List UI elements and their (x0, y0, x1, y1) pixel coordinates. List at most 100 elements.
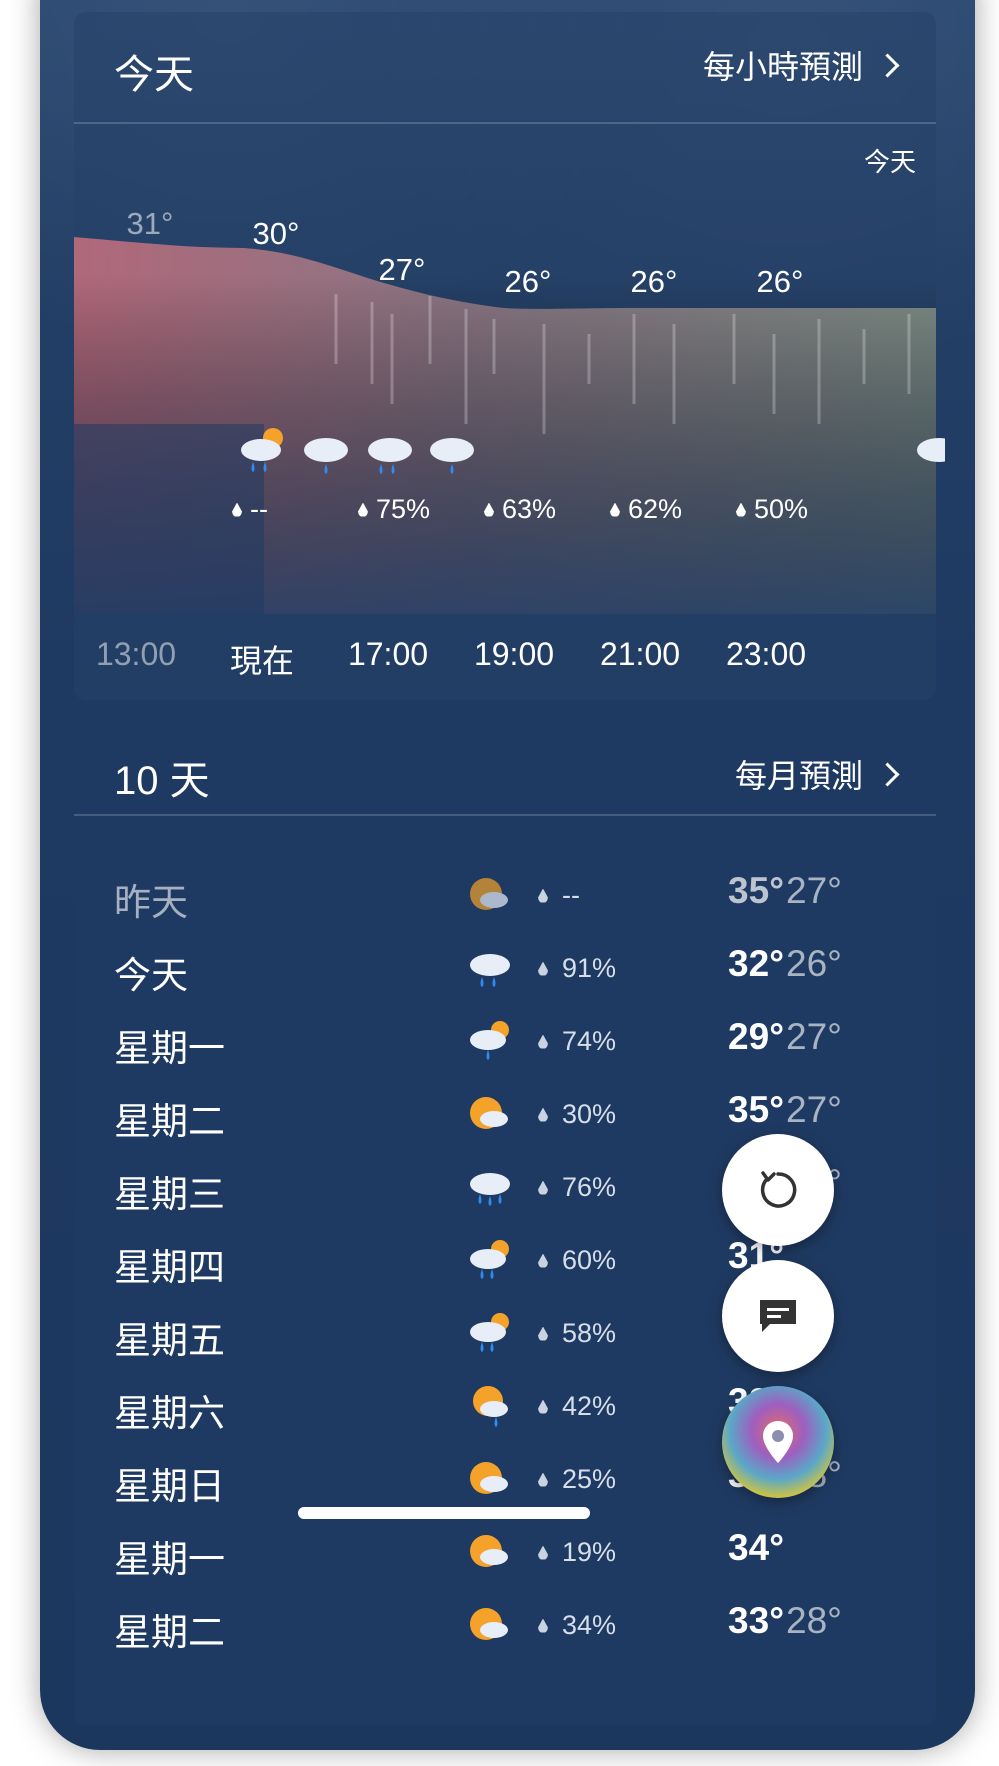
drop-icon (538, 1618, 548, 1633)
day-low-temp: 28° (786, 1600, 842, 1641)
day-precip: 25% (538, 1464, 616, 1495)
hourly-temp: 26° (504, 264, 552, 299)
day-row[interactable]: 星期一 19% 34° (74, 1511, 936, 1595)
drop-icon (609, 502, 620, 517)
monthly-forecast-link-label: 每月預測 (734, 758, 863, 794)
day-precip: 91% (538, 953, 616, 984)
day-row[interactable]: 星期一 74% 29° 27° (74, 1000, 936, 1084)
day-precip: 76% (538, 1172, 616, 1203)
drop-icon (735, 502, 746, 517)
day-row[interactable]: 昨天 -- 35° 27° (74, 854, 936, 938)
hourly-precip: 75% (357, 494, 430, 525)
rain-cloud-icon (304, 438, 348, 474)
sun-cloud-icon (470, 1535, 508, 1567)
day-high-temp: 34° (728, 1527, 784, 1568)
drop-icon (538, 1034, 548, 1049)
drop-icon (538, 1107, 548, 1122)
drop-icon (538, 1180, 548, 1195)
hourly-temperature-chart[interactable]: 今天 31° 30° 27° 26° 26° 26° -- 75% 63% 62… (74, 124, 945, 614)
home-indicator[interactable] (298, 1507, 590, 1519)
hour-label: 現在 (229, 643, 295, 679)
day-precip: 34% (538, 1610, 616, 1641)
day-high-temp: 35° (728, 870, 784, 911)
hour-label: 17:00 (347, 636, 429, 672)
phone-screen: 今天 每小時預測 今天 31° 30° 27° 26° 26° 26° -- 7… (40, 0, 975, 1750)
monthly-forecast-link[interactable]: 每月預測 (734, 751, 900, 797)
day-precip: 19% (538, 1537, 616, 1568)
sun-rain-icon (470, 1240, 509, 1279)
refresh-icon (760, 1171, 797, 1208)
hour-label: 19:00 (473, 636, 555, 672)
rain-cloud-icon (430, 438, 474, 474)
hourly-precip: 50% (735, 494, 808, 525)
day-precip: 60% (538, 1245, 616, 1276)
day-precip: -- (538, 880, 580, 911)
sun-cloud-icon (470, 1097, 508, 1129)
day-name: 星期一 (114, 1028, 225, 1069)
sun-cloud-icon (470, 1608, 508, 1640)
rain-cloud-icon (917, 438, 945, 462)
drop-icon (232, 502, 243, 517)
ten-day-card-header: 10 天 每月預測 (74, 726, 936, 816)
hourly-precip: -- (232, 494, 268, 525)
refresh-button[interactable] (722, 1134, 834, 1246)
day-row[interactable]: 星期二 34% 33° 28° (74, 1584, 936, 1668)
day-precip: 42% (538, 1391, 616, 1422)
drop-icon (538, 1399, 548, 1414)
day-name: 星期二 (114, 1101, 225, 1142)
day-name: 星期一 (114, 1539, 225, 1580)
drop-icon (538, 1472, 548, 1487)
rain-cloud-icon (470, 954, 510, 987)
day-name: 星期六 (114, 1393, 225, 1434)
hourly-title: 今天 (114, 53, 194, 97)
hourly-forecast-card: 今天 每小時預測 今天 31° 30° 27° 26° 26° 26° -- 7… (74, 12, 945, 700)
hourly-temp: 27° (378, 252, 426, 287)
day-high-temp: 32° (728, 943, 784, 984)
day-row[interactable]: 今天 91% 32° 26° (74, 927, 936, 1011)
hourly-time-axis: 13:00 現在 17:00 19:00 21:00 23:00 (74, 614, 936, 700)
hourly-card-header: 今天 每小時預測 (74, 12, 936, 124)
feedback-button[interactable] (722, 1260, 834, 1372)
hourly-temp: 26° (756, 264, 804, 299)
hourly-precip: 62% (609, 494, 682, 525)
hourly-precip: 63% (483, 494, 556, 525)
drop-icon (483, 502, 494, 517)
day-low-temp: 26° (786, 943, 842, 984)
hourly-temp: 30° (252, 216, 300, 251)
chat-icon (760, 1300, 796, 1332)
drop-icon (538, 888, 548, 903)
sun-rain-icon (473, 1386, 508, 1427)
chevron-right-icon (875, 52, 900, 78)
day-precip: 74% (538, 1026, 616, 1057)
sun-rain-icon (470, 1313, 509, 1352)
hourly-temp: 26° (630, 264, 678, 299)
day-name: 星期四 (114, 1247, 225, 1288)
day-name: 星期日 (114, 1466, 225, 1507)
day-name: 今天 (114, 955, 188, 996)
day-high-temp: 35° (728, 1089, 784, 1130)
hourly-forecast-link-label: 每小時預測 (702, 49, 863, 85)
day-name: 星期五 (114, 1320, 225, 1361)
hour-label: 23:00 (725, 636, 807, 672)
sun-cloud-icon (470, 878, 508, 910)
day-low-temp: 27° (786, 870, 842, 911)
temperature-curve (74, 237, 936, 614)
sun-rain-icon (470, 1021, 509, 1060)
hour-label: 21:00 (599, 636, 681, 672)
drop-icon (538, 1253, 548, 1268)
day-name: 星期三 (114, 1174, 225, 1215)
hour-label: 13:00 (95, 636, 177, 672)
day-high-temp: 33° (728, 1600, 784, 1641)
day-name: 昨天 (114, 882, 188, 923)
drop-icon (538, 961, 548, 976)
map-button[interactable] (722, 1386, 834, 1498)
day-name: 星期二 (114, 1612, 225, 1653)
sun-cloud-icon (470, 1462, 508, 1494)
day-high-temp: 29° (728, 1016, 784, 1057)
chevron-right-icon (875, 761, 900, 787)
drop-icon (538, 1326, 548, 1341)
hourly-forecast-link[interactable]: 每小時預測 (702, 42, 900, 88)
heavy-rain-icon (368, 438, 412, 474)
hourly-temp: 31° (126, 206, 174, 241)
day-low-temp: 27° (786, 1016, 842, 1057)
